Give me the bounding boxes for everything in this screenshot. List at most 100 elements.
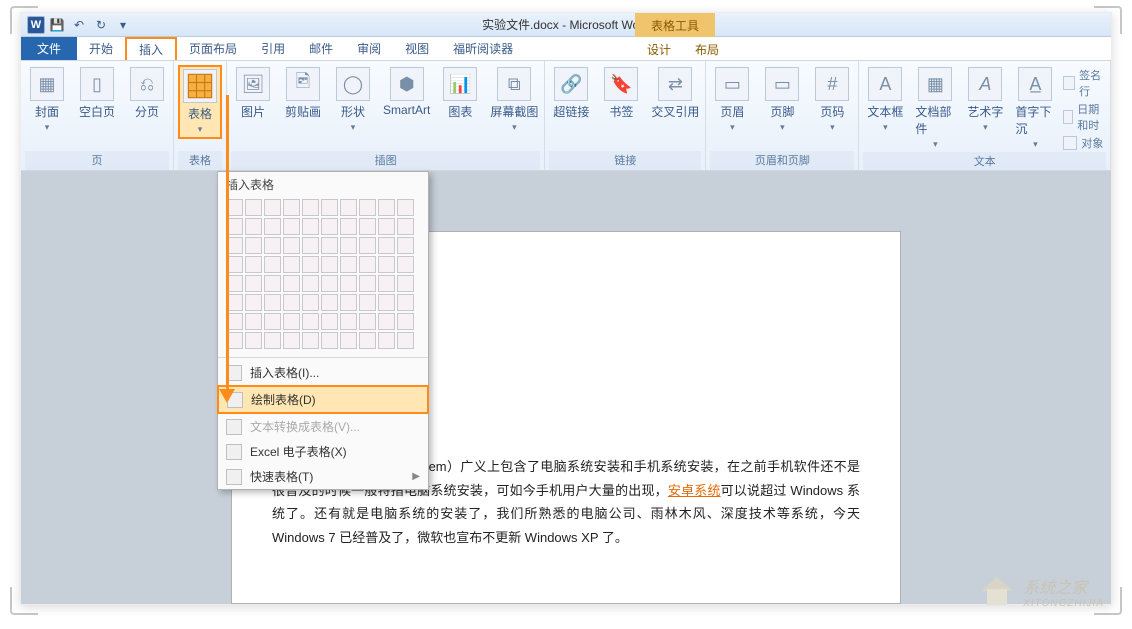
- grid-cell[interactable]: [245, 256, 262, 273]
- tab-file[interactable]: 文件: [21, 37, 77, 60]
- grid-cell[interactable]: [397, 199, 414, 216]
- grid-cell[interactable]: [340, 332, 357, 349]
- grid-cell[interactable]: [321, 332, 338, 349]
- grid-cell[interactable]: [321, 313, 338, 330]
- grid-cell[interactable]: [321, 294, 338, 311]
- dropcap-button[interactable]: A̲首字下沉▾: [1013, 65, 1057, 152]
- page-number-button[interactable]: #页码▾: [810, 65, 854, 135]
- grid-cell[interactable]: [378, 199, 395, 216]
- grid-cell[interactable]: [378, 275, 395, 292]
- grid-cell[interactable]: [226, 218, 243, 235]
- grid-cell[interactable]: [283, 218, 300, 235]
- grid-cell[interactable]: [321, 275, 338, 292]
- header-button[interactable]: ▭页眉▾: [710, 65, 754, 135]
- grid-cell[interactable]: [302, 256, 319, 273]
- grid-cell[interactable]: [397, 237, 414, 254]
- tab-insert[interactable]: 插入: [125, 37, 177, 60]
- grid-cell[interactable]: [397, 313, 414, 330]
- chart-button[interactable]: 📊图表: [438, 65, 482, 122]
- grid-cell[interactable]: [378, 237, 395, 254]
- object-button[interactable]: 对象: [1063, 135, 1106, 151]
- wordart-button[interactable]: A艺术字▾: [963, 65, 1007, 135]
- grid-cell[interactable]: [359, 275, 376, 292]
- tab-mailings[interactable]: 邮件: [297, 37, 345, 60]
- grid-cell[interactable]: [378, 294, 395, 311]
- grid-cell[interactable]: [397, 332, 414, 349]
- grid-cell[interactable]: [397, 275, 414, 292]
- grid-cell[interactable]: [245, 294, 262, 311]
- insert-table-item[interactable]: 插入表格(I)...: [218, 360, 428, 385]
- grid-cell[interactable]: [264, 294, 281, 311]
- grid-cell[interactable]: [245, 313, 262, 330]
- tab-review[interactable]: 审阅: [345, 37, 393, 60]
- grid-cell[interactable]: [302, 332, 319, 349]
- footer-button[interactable]: ▭页脚▾: [760, 65, 804, 135]
- grid-cell[interactable]: [283, 294, 300, 311]
- grid-cell[interactable]: [245, 332, 262, 349]
- grid-cell[interactable]: [378, 332, 395, 349]
- grid-cell[interactable]: [340, 256, 357, 273]
- grid-cell[interactable]: [340, 313, 357, 330]
- grid-cell[interactable]: [226, 237, 243, 254]
- grid-cell[interactable]: [283, 237, 300, 254]
- tab-view[interactable]: 视图: [393, 37, 441, 60]
- grid-cell[interactable]: [245, 218, 262, 235]
- clipart-button[interactable]: 🖻剪贴画: [281, 65, 325, 122]
- hyperlink-button[interactable]: 🔗超链接: [549, 65, 593, 122]
- excel-spreadsheet-item[interactable]: Excel 电子表格(X): [218, 439, 428, 464]
- document-area[interactable]: ✥ 曹操1 刘备31 董卓24 孙权56 孙策7 吕布8 系统之家（Home S…: [21, 171, 1111, 604]
- grid-cell[interactable]: [378, 256, 395, 273]
- grid-cell[interactable]: [359, 256, 376, 273]
- grid-cell[interactable]: [378, 313, 395, 330]
- save-button[interactable]: 💾: [47, 16, 67, 34]
- bookmark-button[interactable]: 🔖书签: [599, 65, 643, 122]
- grid-cell[interactable]: [283, 275, 300, 292]
- grid-cell[interactable]: [264, 218, 281, 235]
- grid-cell[interactable]: [264, 332, 281, 349]
- grid-cell[interactable]: [302, 237, 319, 254]
- qat-dropdown[interactable]: ▾: [113, 16, 133, 34]
- grid-cell[interactable]: [359, 294, 376, 311]
- grid-cell[interactable]: [226, 294, 243, 311]
- grid-cell[interactable]: [340, 237, 357, 254]
- grid-cell[interactable]: [397, 294, 414, 311]
- grid-cell[interactable]: [226, 256, 243, 273]
- grid-cell[interactable]: [245, 237, 262, 254]
- draw-table-item[interactable]: 绘制表格(D): [217, 385, 429, 414]
- grid-cell[interactable]: [359, 199, 376, 216]
- grid-cell[interactable]: [359, 218, 376, 235]
- grid-cell[interactable]: [264, 199, 281, 216]
- screenshot-button[interactable]: ⧉屏幕截图▾: [488, 65, 540, 135]
- grid-cell[interactable]: [226, 275, 243, 292]
- grid-cell[interactable]: [302, 313, 319, 330]
- table-button[interactable]: 表格▾: [178, 65, 222, 139]
- grid-cell[interactable]: [302, 275, 319, 292]
- grid-cell[interactable]: [321, 199, 338, 216]
- convert-text-item[interactable]: 文本转换成表格(V)...: [218, 414, 428, 439]
- grid-cell[interactable]: [378, 218, 395, 235]
- table-size-grid[interactable]: [218, 197, 428, 355]
- smartart-button[interactable]: ⬢SmartArt: [381, 65, 432, 119]
- grid-cell[interactable]: [302, 218, 319, 235]
- shapes-button[interactable]: ◯形状▾: [331, 65, 375, 135]
- grid-cell[interactable]: [302, 199, 319, 216]
- grid-cell[interactable]: [340, 294, 357, 311]
- grid-cell[interactable]: [340, 218, 357, 235]
- grid-cell[interactable]: [397, 256, 414, 273]
- picture-button[interactable]: 🖼图片: [231, 65, 275, 122]
- blank-page-button[interactable]: ▯空白页: [75, 65, 119, 122]
- grid-cell[interactable]: [264, 256, 281, 273]
- cover-page-button[interactable]: ▦封面▾: [25, 65, 69, 135]
- grid-cell[interactable]: [264, 313, 281, 330]
- grid-cell[interactable]: [245, 199, 262, 216]
- tab-home[interactable]: 开始: [77, 37, 125, 60]
- grid-cell[interactable]: [321, 256, 338, 273]
- grid-cell[interactable]: [264, 275, 281, 292]
- grid-cell[interactable]: [359, 332, 376, 349]
- textbox-button[interactable]: A文本框▾: [863, 65, 907, 135]
- grid-cell[interactable]: [321, 237, 338, 254]
- grid-cell[interactable]: [340, 199, 357, 216]
- redo-button[interactable]: ↻: [91, 16, 111, 34]
- crossref-button[interactable]: ⇄交叉引用: [649, 65, 701, 122]
- grid-cell[interactable]: [283, 199, 300, 216]
